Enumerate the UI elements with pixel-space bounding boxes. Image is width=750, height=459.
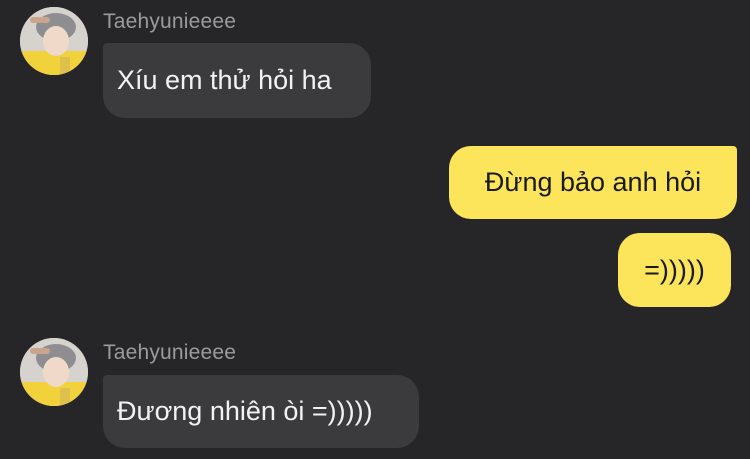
chat-thread: Taehyunieeee Xíu em thử hỏi ha Đừng bảo … xyxy=(0,0,750,459)
sender-name: Taehyunieeee xyxy=(103,10,237,33)
incoming-message-bubble[interactable]: Xíu em thử hỏi ha xyxy=(103,43,371,118)
message-text: Đương nhiên òi =))))) xyxy=(117,396,373,426)
sender-name: Taehyunieeee xyxy=(103,341,237,364)
sender-avatar[interactable] xyxy=(20,338,88,406)
avatar-photo-icon xyxy=(20,338,88,406)
message-text: =))))) xyxy=(644,254,705,285)
incoming-message-bubble[interactable]: Đương nhiên òi =))))) xyxy=(103,375,419,448)
outgoing-message-bubble[interactable]: Đừng bảo anh hỏi xyxy=(449,146,737,219)
outgoing-message-bubble[interactable]: =))))) xyxy=(618,233,731,307)
sender-avatar[interactable] xyxy=(20,7,88,75)
avatar-photo-icon xyxy=(20,7,88,75)
message-text: Xíu em thử hỏi ha xyxy=(117,65,332,95)
message-text: Đừng bảo anh hỏi xyxy=(484,167,702,197)
